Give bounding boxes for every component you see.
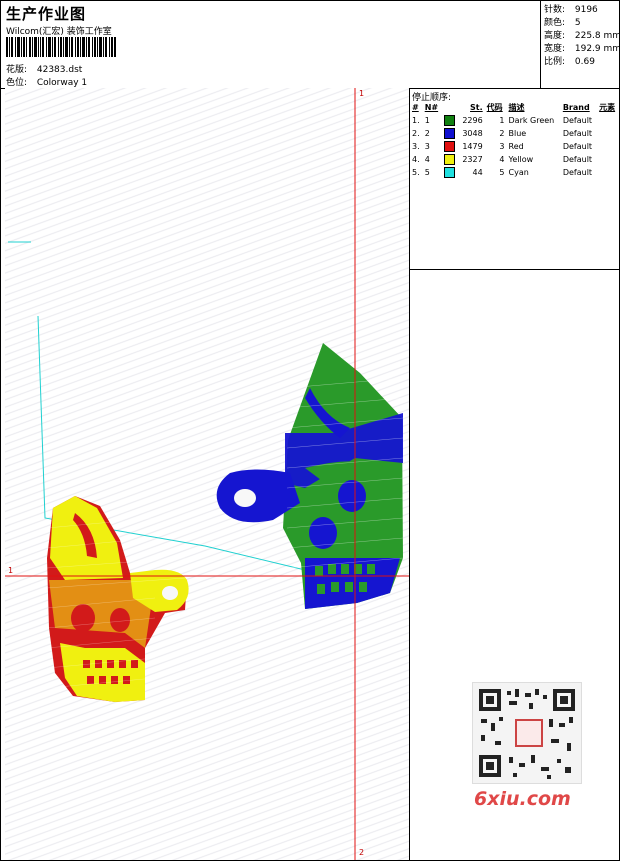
width-label: 宽度: [544, 44, 566, 54]
axis-label-left: 1 [8, 566, 14, 575]
stats-panel: 针数: 9196 颜色: 5 高度: 225.8 mm 宽度: 192.9 mm… [540, 0, 620, 89]
table-divider [410, 269, 619, 270]
header-panel: 生产作业图 Wilcom(汇宏) 装饰工作室 花版: 42383.dst 色位:… [0, 0, 540, 89]
row-index: 3. [412, 142, 420, 151]
col-index: # [412, 103, 419, 112]
embroidery-design [5, 88, 409, 860]
table-row[interactable]: 5. 5 44 5 Cyan Default [410, 166, 619, 179]
color-swatch [443, 128, 455, 139]
table-row[interactable]: 1. 1 2296 1 Dark Green Default [410, 114, 619, 127]
table-row[interactable]: 3. 3 1479 3 Red Default [410, 140, 619, 153]
row-desc: Cyan [508, 168, 529, 177]
color-table-header: # N# St. 代码 描述 Brand 元素 [410, 101, 619, 114]
colors-value: 5 [574, 18, 581, 28]
row-code: 1 [499, 116, 505, 125]
height-label: 高度: [544, 31, 566, 41]
width-row: 宽度: 192.9 mm [541, 43, 620, 56]
col-code: 代码 [486, 103, 503, 112]
red-yellow-mask [46, 496, 189, 702]
row-needle: 2 [424, 129, 430, 138]
ratio-value: 0.69 [574, 57, 595, 67]
row-brand: Default [562, 142, 593, 151]
row-code: 4 [499, 155, 505, 164]
design-file-value: 42383.dst [36, 65, 83, 75]
stitches-row: 针数: 9196 [541, 4, 619, 17]
color-swatch [443, 167, 455, 178]
company-subtitle: Wilcom(汇宏) 装饰工作室 [6, 27, 112, 37]
row-brand: Default [562, 168, 593, 177]
page-title: 生产作业图 [6, 5, 87, 23]
colors-label: 颜色: [544, 18, 566, 28]
ratio-label: 比例: [544, 57, 566, 67]
col-swatch [442, 101, 458, 114]
width-value: 192.9 mm [574, 44, 620, 54]
row-stitches: 2296 [462, 116, 483, 125]
row-brand: Default [562, 116, 593, 125]
table-row[interactable]: 4. 4 2327 4 Yellow Default [410, 153, 619, 166]
row-needle: 5 [424, 168, 430, 177]
row-needle: 1 [424, 116, 430, 125]
row-index: 2. [412, 129, 420, 138]
axis-label-bottom: 2 [359, 848, 365, 857]
colorway-row: 色位: Colorway 1 [6, 75, 87, 88]
row-stitches: 2327 [462, 155, 483, 164]
design-canvas[interactable]: 1 1 2 [5, 88, 409, 860]
row-code: 3 [499, 142, 505, 151]
qr-code [472, 682, 582, 784]
axis-label-top: 1 [359, 89, 365, 98]
colorway-value: Colorway 1 [36, 78, 88, 88]
col-brand: Brand [562, 103, 590, 112]
design-file-row: 花版: 42383.dst [6, 62, 82, 75]
green-blue-mask [216, 343, 404, 609]
row-brand: Default [562, 155, 593, 164]
row-index: 5. [412, 168, 420, 177]
color-table: # N# St. 代码 描述 Brand 元素 1. 1 2296 1 Dark… [410, 101, 619, 179]
row-index: 1. [412, 116, 420, 125]
col-stitches: St. [470, 103, 483, 112]
row-desc: Red [508, 142, 524, 151]
stitches-label: 针数: [544, 5, 566, 15]
color-swatch [443, 154, 455, 165]
design-file-label: 花版: [6, 65, 28, 75]
row-brand: Default [562, 129, 593, 138]
height-row: 高度: 225.8 mm [541, 30, 620, 43]
row-needle: 4 [424, 155, 430, 164]
color-swatch [443, 115, 455, 126]
table-row[interactable]: 2. 2 3048 2 Blue Default [410, 127, 619, 140]
row-stitches: 1479 [462, 142, 483, 151]
row-desc: Blue [508, 129, 527, 138]
ratio-row: 比例: 0.69 [541, 56, 619, 69]
col-needle: N# [424, 103, 439, 112]
col-desc: 描述 [508, 103, 525, 112]
barcode [6, 37, 116, 57]
row-stitches: 3048 [462, 129, 483, 138]
colors-row: 颜色: 5 [541, 17, 619, 30]
watermark-text: 6xiu.com [474, 788, 571, 810]
col-element: 元素 [599, 103, 616, 112]
row-stitches: 44 [472, 168, 483, 177]
colorway-label: 色位: [6, 78, 28, 88]
row-desc: Yellow [508, 155, 534, 164]
stitches-value: 9196 [574, 5, 598, 15]
color-swatch [443, 141, 455, 152]
row-code: 2 [499, 129, 505, 138]
height-value: 225.8 mm [574, 31, 620, 41]
row-code: 5 [499, 168, 505, 177]
qr-stamp [515, 719, 543, 747]
row-index: 4. [412, 155, 420, 164]
row-desc: Dark Green [508, 116, 555, 125]
row-needle: 3 [424, 142, 430, 151]
